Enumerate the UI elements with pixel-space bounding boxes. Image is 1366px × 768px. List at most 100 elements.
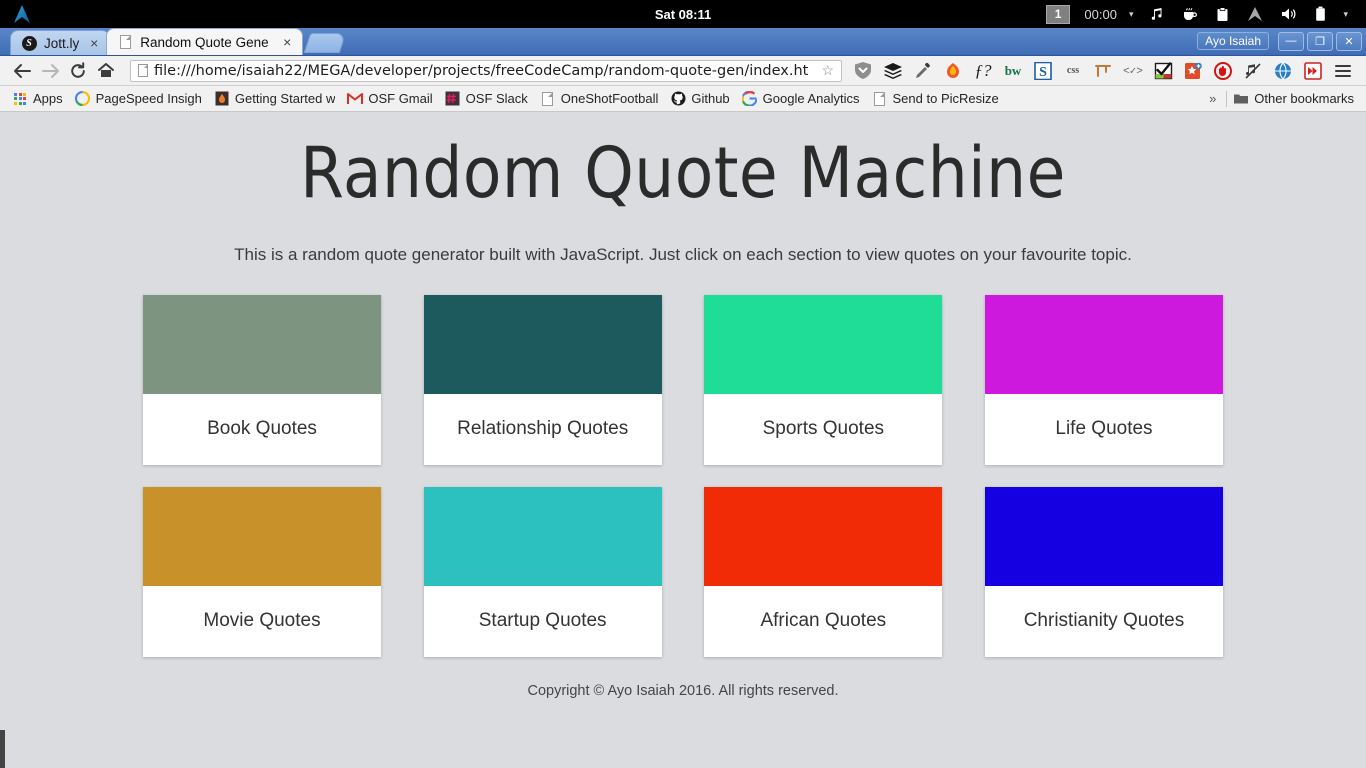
- code-check-icon[interactable]: <✓>: [1118, 58, 1148, 84]
- tray-timer-chevron-down-icon[interactable]: ▾: [1121, 9, 1142, 20]
- card-label: Life Quotes: [1055, 418, 1153, 439]
- bookmark-osf-gmail[interactable]: OSF Gmail: [341, 88, 438, 110]
- volume-icon[interactable]: [1272, 0, 1306, 28]
- card-label: Sports Quotes: [762, 418, 885, 439]
- bookmark-send-to-picresize[interactable]: Send to PicResize: [866, 88, 1005, 110]
- quote-category-grid: Book Quotes Relationship Quotes Sports Q…: [143, 294, 1223, 657]
- forward-icon: [36, 58, 64, 84]
- card-label: Relationship Quotes: [457, 418, 629, 439]
- page-title: Random Quote Machine: [300, 132, 1066, 214]
- close-button[interactable]: ✕: [1336, 31, 1362, 51]
- user-badge[interactable]: Ayo Isaiah: [1197, 32, 1269, 50]
- s-icon[interactable]: S: [1028, 58, 1058, 84]
- workspace-indicator[interactable]: 1: [1045, 4, 1071, 24]
- tab-strip: S Jott.ly × Random Quote Gene ×: [0, 27, 347, 55]
- bookmark-google-analytics[interactable]: Google Analytics: [736, 88, 866, 110]
- home-icon[interactable]: [92, 58, 120, 84]
- bookmark-add-icon[interactable]: [1178, 58, 1208, 84]
- minimize-button[interactable]: —: [1278, 31, 1304, 51]
- maximize-button[interactable]: ❐: [1307, 31, 1333, 51]
- bookmark-osf-slack[interactable]: OSF Slack: [439, 88, 534, 110]
- url-text[interactable]: file:///home/isaiah22/MEGA/developer/pro…: [154, 63, 818, 79]
- bookmark-apps[interactable]: Apps: [6, 88, 69, 110]
- document-icon: [872, 91, 888, 107]
- card-sports-quotes[interactable]: Sports Quotes: [704, 294, 943, 465]
- page-document-icon: [138, 64, 148, 77]
- function-icon[interactable]: ƒ?: [968, 58, 998, 84]
- similarweb-icon[interactable]: [938, 58, 968, 84]
- css-icon[interactable]: css: [1058, 58, 1088, 84]
- card-movie-quotes[interactable]: Movie Quotes: [143, 486, 381, 657]
- card-relationship-quotes[interactable]: Relationship Quotes: [423, 294, 662, 465]
- card-color-block: [423, 294, 662, 394]
- fast-forward-icon[interactable]: [1298, 58, 1328, 84]
- bookmarks-overflow-icon[interactable]: »: [1199, 91, 1226, 106]
- system-menu-chevron-down-icon[interactable]: ▾: [1335, 9, 1356, 20]
- jottly-favicon: S: [21, 35, 37, 51]
- eyedropper-icon[interactable]: [908, 58, 938, 84]
- menu-icon[interactable]: [1328, 58, 1358, 84]
- system-tray: 1 00:00 ▾ ▾: [1045, 0, 1366, 28]
- arrow-logo-icon[interactable]: [1238, 0, 1272, 28]
- card-label: Book Quotes: [207, 418, 317, 439]
- tab-close-icon[interactable]: ×: [87, 35, 101, 51]
- bookmark-label: Apps: [33, 91, 63, 106]
- back-icon[interactable]: [8, 58, 36, 84]
- shield-down-icon[interactable]: [848, 58, 878, 84]
- bookmark-other-bookmarks[interactable]: Other bookmarks: [1227, 88, 1360, 110]
- clipboard-icon[interactable]: [1207, 0, 1238, 28]
- bookmark-label: PageSpeed Insigh: [95, 91, 202, 106]
- tab-random-quote-generator[interactable]: Random Quote Gene ×: [106, 28, 304, 55]
- card-life-quotes[interactable]: Life Quotes: [984, 294, 1223, 465]
- card-color-block: [984, 486, 1223, 586]
- card-startup-quotes[interactable]: Startup Quotes: [423, 486, 662, 657]
- copyright-footer: Copyright © Ayo Isaiah 2016. All rights …: [527, 682, 839, 699]
- coffee-cup-icon[interactable]: [1173, 0, 1207, 28]
- bookmark-label: Getting Started w: [234, 91, 336, 106]
- bookmarks-bar: Apps PageSpeed Insigh Getting Started w …: [0, 86, 1366, 112]
- bookmark-pagespeed-insights[interactable]: PageSpeed Insigh: [69, 88, 208, 110]
- card-color-block: [704, 294, 943, 394]
- music-note-icon[interactable]: [1141, 0, 1173, 28]
- bookmark-oneshotfootball[interactable]: OneShotFootball: [534, 88, 665, 110]
- new-tab-button[interactable]: [304, 33, 347, 53]
- tab-close-icon[interactable]: ×: [280, 34, 294, 50]
- card-christianity-quotes[interactable]: Christianity Quotes: [984, 486, 1223, 657]
- gmail-icon: [347, 91, 364, 107]
- getting-started-icon: [214, 91, 230, 107]
- bookmark-star-icon[interactable]: ☆: [818, 62, 837, 79]
- ruler-icon[interactable]: [1088, 58, 1118, 84]
- bookmark-label: OSF Gmail: [368, 91, 433, 106]
- card-color-block: [423, 486, 662, 586]
- arrow-logo-icon: [0, 4, 44, 24]
- bookmark-label: Other bookmarks: [1254, 91, 1354, 106]
- document-icon: [540, 91, 556, 107]
- svg-text:S: S: [1039, 65, 1047, 80]
- card-color-block: [143, 486, 381, 586]
- reload-icon[interactable]: [64, 58, 92, 84]
- card-book-quotes[interactable]: Book Quotes: [143, 294, 381, 465]
- google-icon: [742, 91, 758, 107]
- system-top-bar: Sat 08:11 1 00:00 ▾ ▾: [0, 0, 1366, 28]
- bookmark-label: OSF Slack: [465, 91, 528, 106]
- address-bar[interactable]: file:///home/isaiah22/MEGA/developer/pro…: [130, 59, 842, 82]
- globe-icon[interactable]: [1268, 58, 1298, 84]
- bitwarden-icon[interactable]: bw: [998, 58, 1028, 84]
- adblock-icon[interactable]: [1208, 58, 1238, 84]
- window-left-edge: [0, 730, 5, 768]
- bookmark-label: OneShotFootball: [560, 91, 659, 106]
- card-african-quotes[interactable]: African Quotes: [704, 486, 943, 657]
- battery-icon[interactable]: [1306, 0, 1335, 28]
- card-color-block: [984, 294, 1223, 394]
- bookmark-github[interactable]: Github: [664, 88, 735, 110]
- page-subtitle: This is a random quote generator built w…: [234, 244, 1132, 264]
- layers-icon[interactable]: [878, 58, 908, 84]
- bookmark-getting-started[interactable]: Getting Started w: [208, 88, 341, 110]
- github-icon: [670, 91, 686, 107]
- checkmark-icon[interactable]: [1148, 58, 1178, 84]
- tray-timer[interactable]: 00:00: [1084, 7, 1117, 22]
- mute-icon[interactable]: [1238, 58, 1268, 84]
- slack-icon: [445, 91, 461, 107]
- card-label: African Quotes: [760, 610, 887, 631]
- tab-jottly[interactable]: S Jott.ly ×: [10, 30, 111, 55]
